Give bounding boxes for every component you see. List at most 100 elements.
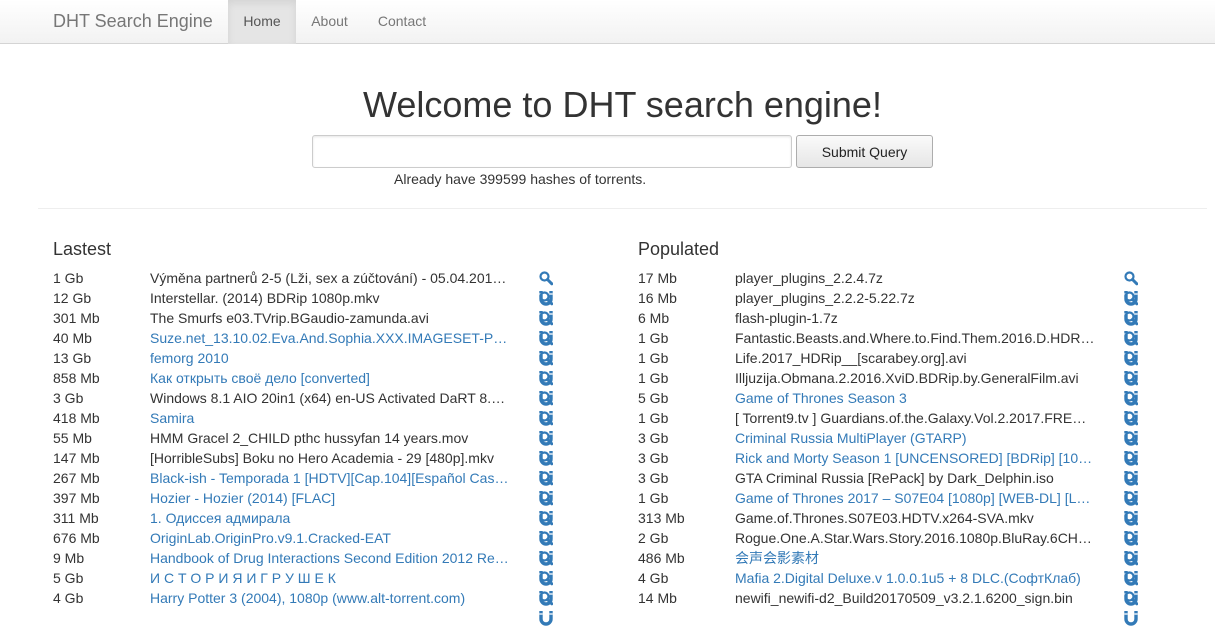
torrent-name: Windows 8.1 AIO 20in1 (x64) en-US Activa… [150, 390, 510, 406]
magnifier-icon[interactable] [539, 290, 553, 306]
torrent-actions [1124, 570, 1141, 606]
torrent-name[interactable]: OriginLab.OriginPro.v9.1.Cracked-EAT [150, 528, 510, 548]
torrent-name: [HorribleSubs] Boku no Hero Academia - 2… [150, 450, 494, 466]
magnifier-icon[interactable] [1124, 270, 1138, 286]
torrent-size: 40 Mb [53, 330, 92, 346]
torrent-name[interactable]: Criminal Russia MultiPlayer (GTARP) [735, 428, 1095, 448]
torrent-name: Výměna partnerů 2-5 (Lži, sex a zúčtován… [150, 270, 510, 286]
torrent-size: 14 Mb [638, 590, 677, 606]
magnifier-icon[interactable] [539, 390, 553, 406]
torrent-actions [1124, 490, 1141, 526]
torrent-name: Rogue.One.A.Star.Wars.Story.2016.1080p.B… [735, 530, 1095, 546]
magnifier-icon[interactable] [539, 450, 553, 466]
nav-about[interactable]: About [296, 0, 363, 44]
torrent-size: 418 Mb [53, 410, 100, 426]
magnifier-icon[interactable] [1124, 390, 1138, 406]
torrent-actions [539, 350, 556, 386]
torrent-size: 267 Mb [53, 470, 100, 486]
torrent-size: 301 Mb [53, 310, 100, 326]
torrent-size: 676 Mb [53, 530, 100, 546]
torrent-size: 147 Mb [53, 450, 100, 466]
torrent-name[interactable]: Harry Potter 3 (2004), 1080p (www.alt-to… [150, 588, 510, 608]
torrent-actions [539, 530, 556, 566]
torrent-name[interactable]: femorg 2010 [150, 348, 510, 368]
torrent-actions [539, 270, 556, 306]
torrent-name: The Smurfs e03.TVrip.BGaudio-zamunda.avi [150, 310, 429, 326]
torrent-name[interactable]: Как открыть своё дело [converted] [150, 368, 510, 388]
search-input[interactable] [312, 135, 792, 168]
magnifier-icon[interactable] [539, 430, 553, 446]
torrent-actions [539, 410, 556, 446]
torrent-actions [1124, 310, 1141, 346]
torrent-name: flash-plugin-1.7z [735, 310, 838, 326]
torrent-name[interactable]: Rick and Morty Season 1 [UNCENSORED] [BD… [735, 448, 1095, 468]
torrent-actions [1124, 530, 1141, 566]
magnifier-icon[interactable] [1124, 510, 1138, 526]
torrent-name[interactable]: Suze.net_13.10.02.Eva.And.Sophia.XXX.IMA… [150, 328, 510, 348]
magnifier-icon[interactable] [1124, 530, 1138, 546]
torrent-size: 1 Gb [638, 330, 669, 346]
magnifier-icon[interactable] [1124, 550, 1138, 566]
magnifier-icon[interactable] [539, 370, 553, 386]
torrent-actions [539, 430, 556, 466]
torrent-name: newifi_newifi-d2_Build20170509_v3.2.1.62… [735, 590, 1073, 606]
magnet-icon[interactable] [1124, 610, 1138, 626]
torrent-actions [1124, 350, 1141, 386]
torrent-actions [1124, 270, 1141, 306]
magnifier-icon[interactable] [1124, 430, 1138, 446]
magnifier-icon[interactable] [539, 310, 553, 326]
magnifier-icon[interactable] [1124, 470, 1138, 486]
submit-query-button[interactable]: Submit Query [796, 135, 933, 168]
torrent-size: 1 Gb [638, 350, 669, 366]
magnifier-icon[interactable] [1124, 350, 1138, 366]
magnifier-icon[interactable] [539, 410, 553, 426]
magnifier-icon[interactable] [539, 490, 553, 506]
torrent-size: 1 Gb [53, 270, 84, 286]
magnifier-icon[interactable] [539, 570, 553, 586]
magnifier-icon[interactable] [539, 270, 553, 286]
torrent-actions [539, 590, 556, 626]
torrent-name[interactable]: Game of Thrones 2017 – S07E04 [1080p] [W… [735, 488, 1095, 508]
magnifier-icon[interactable] [1124, 370, 1138, 386]
magnifier-icon[interactable] [1124, 490, 1138, 506]
torrent-name[interactable]: Handbook of Drug Interactions Second Edi… [150, 548, 510, 568]
magnifier-icon[interactable] [1124, 290, 1138, 306]
torrent-name[interactable]: И С Т О Р И Я И Г Р У Ш Е К [150, 568, 510, 588]
magnifier-icon[interactable] [1124, 330, 1138, 346]
page-title: Welcome to DHT search engine! [363, 84, 882, 125]
torrent-name[interactable]: Hozier - Hozier (2014) [FLAC] [150, 488, 510, 508]
nav-contact[interactable]: Contact [363, 0, 441, 44]
nav-home[interactable]: Home [228, 0, 296, 44]
magnifier-icon[interactable] [539, 590, 553, 606]
torrent-name[interactable]: 1. Одиссея адмирала [150, 508, 510, 528]
torrent-size: 3 Gb [53, 390, 84, 406]
magnet-icon[interactable] [539, 610, 553, 626]
torrent-name[interactable]: 会声会影素材 [735, 548, 1095, 568]
torrent-size: 5 Gb [638, 390, 669, 406]
torrent-size: 4 Gb [53, 590, 84, 606]
torrent-actions [1124, 370, 1141, 406]
torrent-size: 1 Gb [638, 370, 669, 386]
torrent-name[interactable]: Black-ish - Temporada 1 [HDTV][Cap.104][… [150, 468, 510, 488]
torrent-name[interactable]: Mafia 2.Digital Deluxe.v 1.0.0.1u5 + 8 D… [735, 568, 1095, 588]
brand-link[interactable]: DHT Search Engine [53, 9, 213, 33]
torrent-size: 486 Mb [638, 550, 685, 566]
magnifier-icon[interactable] [539, 470, 553, 486]
magnifier-icon[interactable] [539, 550, 553, 566]
torrent-name[interactable]: Game of Thrones Season 3 [735, 388, 1095, 408]
torrent-actions [1124, 510, 1141, 546]
magnifier-icon[interactable] [539, 530, 553, 546]
magnifier-icon[interactable] [1124, 310, 1138, 326]
magnifier-icon[interactable] [539, 350, 553, 366]
magnifier-icon[interactable] [1124, 570, 1138, 586]
magnifier-icon[interactable] [1124, 450, 1138, 466]
torrent-name[interactable]: Samira [150, 408, 510, 428]
magnifier-icon[interactable] [1124, 590, 1138, 606]
torrent-name: Interstellar. (2014) BDRip 1080p.mkv [150, 290, 380, 306]
magnifier-icon[interactable] [539, 330, 553, 346]
torrent-size: 13 Gb [53, 350, 92, 366]
torrent-size: 311 Mb [53, 510, 99, 526]
magnifier-icon[interactable] [539, 510, 553, 526]
magnifier-icon[interactable] [1124, 410, 1138, 426]
torrent-name: Fantastic.Beasts.and.Where.to.Find.Them.… [735, 330, 1095, 346]
